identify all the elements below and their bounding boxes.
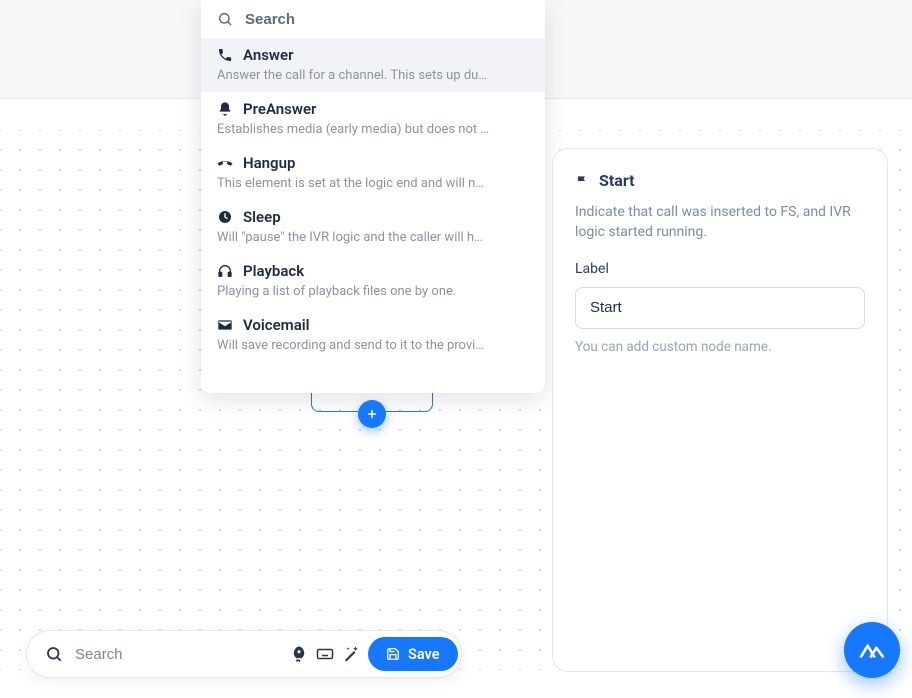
brand-icon	[859, 637, 885, 663]
menu-item-title: Answer	[243, 46, 293, 64]
popover-search-row	[201, 0, 545, 38]
inspector-description: Indicate that call was inserted to FS, a…	[575, 202, 865, 243]
envelope-icon	[217, 317, 233, 333]
node-type-popover: Answer Answer the call for a channel. Th…	[201, 0, 545, 393]
menu-item-title: Playback	[243, 262, 304, 280]
search-icon	[45, 645, 63, 663]
menu-item-title: Voicemail	[243, 316, 310, 334]
menu-item-desc: Will "pause" the IVR logic and the calle…	[217, 230, 529, 245]
popover-search-input[interactable]	[233, 11, 529, 28]
phone-icon	[217, 47, 233, 63]
menu-item-title: Sleep	[243, 208, 281, 226]
toolbar-search-input[interactable]	[75, 646, 274, 663]
rocket-icon	[290, 645, 308, 663]
inspector-title-row: Start	[575, 171, 865, 190]
toolbar-search	[45, 645, 274, 663]
menu-item-answer[interactable]: Answer Answer the call for a channel. Th…	[201, 38, 545, 92]
menu-item-desc: Will save recording and send to it to th…	[217, 338, 529, 353]
popover-list[interactable]: Answer Answer the call for a channel. Th…	[201, 38, 545, 393]
menu-item-desc: Answer the call for a channel. This sets…	[217, 68, 529, 83]
menu-item-hangup[interactable]: Hangup This element is set at the logic …	[201, 146, 545, 200]
menu-item-playback[interactable]: Playback Playing a list of playback file…	[201, 254, 545, 308]
bell-icon	[217, 101, 233, 117]
brand-fab[interactable]	[844, 622, 900, 678]
inspector-hint: You can add custom node name.	[575, 339, 865, 355]
menu-item-title: Hangup	[243, 154, 295, 172]
inspector-panel: Start Indicate that call was inserted to…	[552, 148, 888, 672]
menu-item-desc: This element is set at the logic end and…	[217, 176, 529, 191]
save-button[interactable]: Save	[368, 637, 458, 671]
rocket-button[interactable]	[290, 638, 308, 670]
clock-icon	[217, 209, 233, 225]
search-icon	[217, 11, 233, 27]
menu-item-preanswer[interactable]: PreAnswer Establishes media (early media…	[201, 92, 545, 146]
wand-icon	[342, 645, 360, 663]
keyboard-button[interactable]	[316, 638, 334, 670]
menu-item-title: PreAnswer	[243, 100, 316, 118]
inspector-label-input[interactable]	[575, 287, 865, 329]
inspector-field-label: Label	[575, 261, 865, 277]
plus-icon	[365, 407, 379, 421]
flag-icon	[575, 174, 589, 188]
menu-item-desc: Establishes media (early media) but does…	[217, 122, 529, 137]
menu-item-desc: Playing a list of playback files one by …	[217, 284, 529, 299]
menu-item-voicemail[interactable]: Voicemail Will save recording and send t…	[201, 308, 545, 362]
phone-end-icon	[217, 155, 233, 171]
save-icon	[386, 647, 400, 661]
magic-button[interactable]	[342, 638, 360, 670]
bottom-toolbar: Save	[26, 630, 462, 678]
keyboard-icon	[316, 645, 334, 663]
inspector-title: Start	[599, 171, 635, 190]
add-node-button[interactable]	[358, 400, 386, 428]
save-button-label: Save	[408, 646, 440, 663]
menu-item-sleep[interactable]: Sleep Will "pause" the IVR logic and the…	[201, 200, 545, 254]
headphones-icon	[217, 263, 233, 279]
